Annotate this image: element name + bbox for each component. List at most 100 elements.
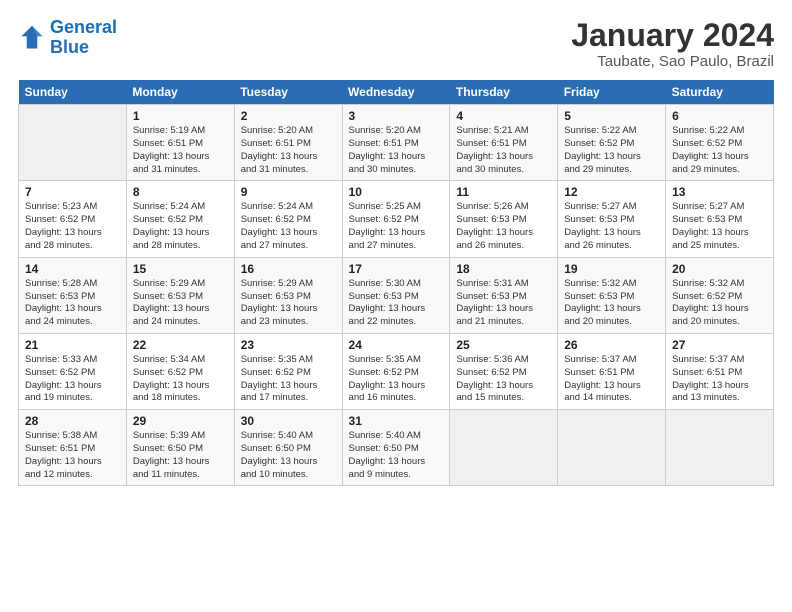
day-number: 10	[349, 185, 444, 199]
header-tuesday: Tuesday	[234, 80, 342, 105]
day-info: Sunrise: 5:28 AMSunset: 6:53 PMDaylight:…	[25, 278, 102, 327]
day-info: Sunrise: 5:33 AMSunset: 6:52 PMDaylight:…	[25, 354, 102, 403]
day-cell	[558, 410, 666, 486]
header-sunday: Sunday	[19, 80, 127, 105]
day-cell: 20 Sunrise: 5:32 AMSunset: 6:52 PMDaylig…	[666, 257, 774, 333]
day-number: 3	[349, 109, 444, 123]
day-number: 9	[241, 185, 336, 199]
day-cell: 7 Sunrise: 5:23 AMSunset: 6:52 PMDayligh…	[19, 181, 127, 257]
day-info: Sunrise: 5:36 AMSunset: 6:52 PMDaylight:…	[456, 354, 533, 403]
day-cell: 6 Sunrise: 5:22 AMSunset: 6:52 PMDayligh…	[666, 105, 774, 181]
header-thursday: Thursday	[450, 80, 558, 105]
day-cell: 17 Sunrise: 5:30 AMSunset: 6:53 PMDaylig…	[342, 257, 450, 333]
day-info: Sunrise: 5:22 AMSunset: 6:52 PMDaylight:…	[672, 125, 749, 174]
day-cell: 10 Sunrise: 5:25 AMSunset: 6:52 PMDaylig…	[342, 181, 450, 257]
day-number: 16	[241, 262, 336, 276]
day-number: 21	[25, 338, 120, 352]
day-cell: 22 Sunrise: 5:34 AMSunset: 6:52 PMDaylig…	[126, 333, 234, 409]
day-number: 26	[564, 338, 659, 352]
day-cell: 5 Sunrise: 5:22 AMSunset: 6:52 PMDayligh…	[558, 105, 666, 181]
day-cell: 3 Sunrise: 5:20 AMSunset: 6:51 PMDayligh…	[342, 105, 450, 181]
day-cell: 23 Sunrise: 5:35 AMSunset: 6:52 PMDaylig…	[234, 333, 342, 409]
day-info: Sunrise: 5:31 AMSunset: 6:53 PMDaylight:…	[456, 278, 533, 327]
day-number: 27	[672, 338, 767, 352]
day-cell: 30 Sunrise: 5:40 AMSunset: 6:50 PMDaylig…	[234, 410, 342, 486]
day-cell: 27 Sunrise: 5:37 AMSunset: 6:51 PMDaylig…	[666, 333, 774, 409]
day-number: 17	[349, 262, 444, 276]
day-cell: 4 Sunrise: 5:21 AMSunset: 6:51 PMDayligh…	[450, 105, 558, 181]
day-info: Sunrise: 5:34 AMSunset: 6:52 PMDaylight:…	[133, 354, 210, 403]
header-row: Sunday Monday Tuesday Wednesday Thursday…	[19, 80, 774, 105]
day-number: 22	[133, 338, 228, 352]
day-number: 29	[133, 414, 228, 428]
week-row-0: 1 Sunrise: 5:19 AMSunset: 6:51 PMDayligh…	[19, 105, 774, 181]
day-cell	[19, 105, 127, 181]
day-cell: 25 Sunrise: 5:36 AMSunset: 6:52 PMDaylig…	[450, 333, 558, 409]
day-cell: 8 Sunrise: 5:24 AMSunset: 6:52 PMDayligh…	[126, 181, 234, 257]
day-number: 4	[456, 109, 551, 123]
logo-general: General	[50, 17, 117, 37]
day-cell: 11 Sunrise: 5:26 AMSunset: 6:53 PMDaylig…	[450, 181, 558, 257]
logo-text: General Blue	[50, 18, 117, 58]
day-info: Sunrise: 5:27 AMSunset: 6:53 PMDaylight:…	[672, 201, 749, 250]
calendar-table: Sunday Monday Tuesday Wednesday Thursday…	[18, 80, 774, 486]
day-number: 2	[241, 109, 336, 123]
day-cell: 16 Sunrise: 5:29 AMSunset: 6:53 PMDaylig…	[234, 257, 342, 333]
day-cell	[450, 410, 558, 486]
logo: General Blue	[18, 18, 117, 58]
day-cell: 28 Sunrise: 5:38 AMSunset: 6:51 PMDaylig…	[19, 410, 127, 486]
title-block: January 2024 Taubate, Sao Paulo, Brazil	[571, 18, 774, 70]
day-info: Sunrise: 5:32 AMSunset: 6:52 PMDaylight:…	[672, 278, 749, 327]
header-friday: Friday	[558, 80, 666, 105]
day-number: 19	[564, 262, 659, 276]
day-info: Sunrise: 5:32 AMSunset: 6:53 PMDaylight:…	[564, 278, 641, 327]
day-cell: 19 Sunrise: 5:32 AMSunset: 6:53 PMDaylig…	[558, 257, 666, 333]
day-cell: 26 Sunrise: 5:37 AMSunset: 6:51 PMDaylig…	[558, 333, 666, 409]
day-number: 13	[672, 185, 767, 199]
day-info: Sunrise: 5:40 AMSunset: 6:50 PMDaylight:…	[349, 430, 426, 479]
day-cell: 21 Sunrise: 5:33 AMSunset: 6:52 PMDaylig…	[19, 333, 127, 409]
subtitle: Taubate, Sao Paulo, Brazil	[571, 53, 774, 70]
week-row-3: 21 Sunrise: 5:33 AMSunset: 6:52 PMDaylig…	[19, 333, 774, 409]
day-info: Sunrise: 5:27 AMSunset: 6:53 PMDaylight:…	[564, 201, 641, 250]
week-row-1: 7 Sunrise: 5:23 AMSunset: 6:52 PMDayligh…	[19, 181, 774, 257]
day-number: 28	[25, 414, 120, 428]
day-cell: 15 Sunrise: 5:29 AMSunset: 6:53 PMDaylig…	[126, 257, 234, 333]
day-cell: 1 Sunrise: 5:19 AMSunset: 6:51 PMDayligh…	[126, 105, 234, 181]
day-info: Sunrise: 5:35 AMSunset: 6:52 PMDaylight:…	[349, 354, 426, 403]
main-title: January 2024	[571, 18, 774, 53]
header-monday: Monday	[126, 80, 234, 105]
day-info: Sunrise: 5:20 AMSunset: 6:51 PMDaylight:…	[349, 125, 426, 174]
day-info: Sunrise: 5:20 AMSunset: 6:51 PMDaylight:…	[241, 125, 318, 174]
header: General Blue January 2024 Taubate, Sao P…	[18, 18, 774, 70]
day-cell: 12 Sunrise: 5:27 AMSunset: 6:53 PMDaylig…	[558, 181, 666, 257]
day-number: 25	[456, 338, 551, 352]
day-info: Sunrise: 5:40 AMSunset: 6:50 PMDaylight:…	[241, 430, 318, 479]
day-info: Sunrise: 5:24 AMSunset: 6:52 PMDaylight:…	[241, 201, 318, 250]
day-number: 31	[349, 414, 444, 428]
day-cell	[666, 410, 774, 486]
day-info: Sunrise: 5:23 AMSunset: 6:52 PMDaylight:…	[25, 201, 102, 250]
day-cell: 13 Sunrise: 5:27 AMSunset: 6:53 PMDaylig…	[666, 181, 774, 257]
day-cell: 2 Sunrise: 5:20 AMSunset: 6:51 PMDayligh…	[234, 105, 342, 181]
day-info: Sunrise: 5:37 AMSunset: 6:51 PMDaylight:…	[564, 354, 641, 403]
day-info: Sunrise: 5:19 AMSunset: 6:51 PMDaylight:…	[133, 125, 210, 174]
day-number: 30	[241, 414, 336, 428]
day-info: Sunrise: 5:25 AMSunset: 6:52 PMDaylight:…	[349, 201, 426, 250]
day-number: 14	[25, 262, 120, 276]
day-number: 15	[133, 262, 228, 276]
logo-blue: Blue	[50, 37, 89, 57]
day-cell: 29 Sunrise: 5:39 AMSunset: 6:50 PMDaylig…	[126, 410, 234, 486]
logo-icon	[18, 24, 46, 52]
day-cell: 14 Sunrise: 5:28 AMSunset: 6:53 PMDaylig…	[19, 257, 127, 333]
day-number: 18	[456, 262, 551, 276]
day-info: Sunrise: 5:21 AMSunset: 6:51 PMDaylight:…	[456, 125, 533, 174]
day-number: 1	[133, 109, 228, 123]
day-number: 12	[564, 185, 659, 199]
day-number: 11	[456, 185, 551, 199]
header-saturday: Saturday	[666, 80, 774, 105]
day-info: Sunrise: 5:29 AMSunset: 6:53 PMDaylight:…	[133, 278, 210, 327]
day-info: Sunrise: 5:38 AMSunset: 6:51 PMDaylight:…	[25, 430, 102, 479]
day-number: 23	[241, 338, 336, 352]
day-info: Sunrise: 5:26 AMSunset: 6:53 PMDaylight:…	[456, 201, 533, 250]
